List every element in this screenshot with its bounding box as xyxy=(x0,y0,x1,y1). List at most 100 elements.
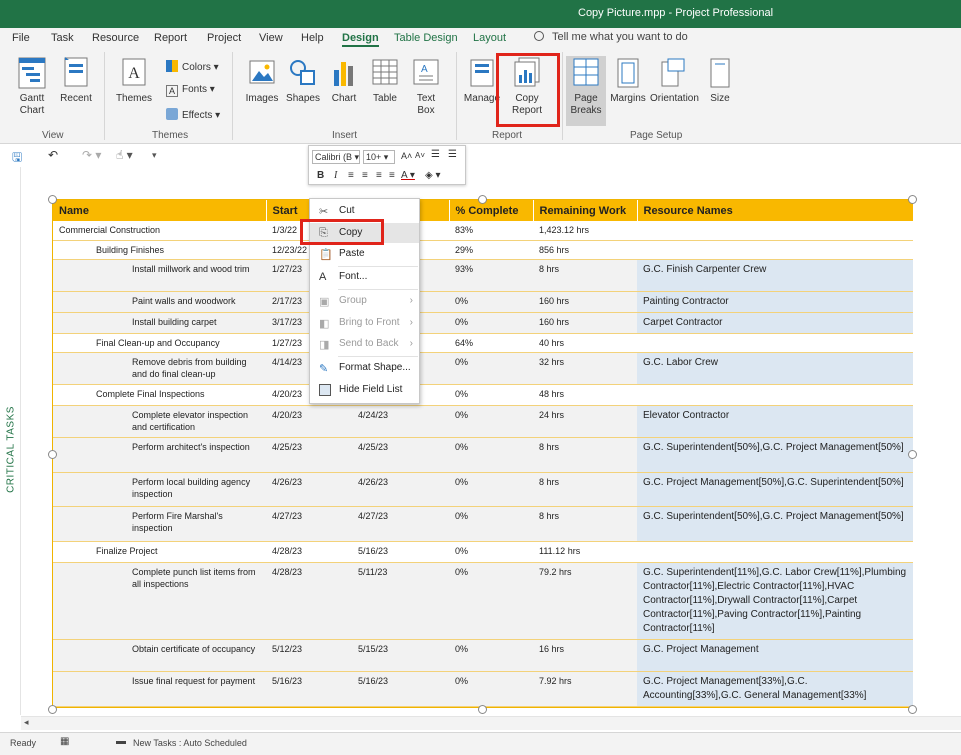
remaining-work-cell: 160 hrs xyxy=(533,312,637,334)
font-size-box[interactable]: 10+ ▾ xyxy=(363,150,395,164)
bold-icon[interactable]: B xyxy=(317,170,324,181)
resize-handle-ml[interactable] xyxy=(48,450,57,459)
horizontal-scrollbar[interactable]: ◂ xyxy=(21,716,961,730)
resize-handle-mr[interactable] xyxy=(908,450,917,459)
increase-indent-icon[interactable]: ☰ xyxy=(448,149,457,160)
menu-item-bring-to-front[interactable]: ◧ Bring to Front › xyxy=(310,313,419,333)
tab-resource[interactable]: Resource xyxy=(92,32,139,44)
tab-table-design[interactable]: Table Design xyxy=(394,32,458,44)
fonts-button[interactable]: A Fonts ▾ xyxy=(166,84,215,97)
tab-view[interactable]: View xyxy=(259,32,283,44)
resize-handle-tr[interactable] xyxy=(908,195,917,204)
menu-format-shape-label: Format Shape... xyxy=(339,362,411,373)
tab-layout[interactable]: Layout xyxy=(473,32,506,44)
scroll-left-icon[interactable]: ◂ xyxy=(24,717,29,728)
format-shape-icon: ✎ xyxy=(319,363,329,375)
fill-color-icon[interactable]: ◈ ▾ xyxy=(425,170,441,181)
bring-to-front-icon: ◧ xyxy=(319,318,330,330)
colors-button[interactable]: Colors ▾ xyxy=(166,60,219,73)
margins-button[interactable]: Margins xyxy=(610,56,646,105)
calendar-icon[interactable]: ▦ xyxy=(60,736,69,747)
header-remaining-work: Remaining Work xyxy=(532,200,637,221)
finish-cell: 5/16/23 xyxy=(352,541,449,563)
shapes-button[interactable]: Shapes xyxy=(284,56,322,105)
task-name-cell: Perform architect's inspection xyxy=(53,437,266,473)
menu-item-send-to-back[interactable]: ◨ Send to Back › xyxy=(310,334,419,354)
customize-qat-icon[interactable]: ▾ xyxy=(152,150,157,161)
text-box-button[interactable]: A Text Box xyxy=(408,56,444,117)
status-new-tasks[interactable]: New Tasks : Auto Scheduled xyxy=(133,738,247,748)
page-breaks-button[interactable]: Page Breaks xyxy=(566,56,606,126)
tab-report[interactable]: Report xyxy=(154,32,187,44)
remaining-work-cell: 7.92 hrs xyxy=(533,671,637,707)
effects-button[interactable]: Effects ▾ xyxy=(166,108,220,121)
table-label: Table xyxy=(373,93,397,104)
percent-complete-cell: 0% xyxy=(449,562,533,640)
percent-complete-cell: 0% xyxy=(449,352,533,385)
resize-handle-bc[interactable] xyxy=(478,705,487,714)
resize-handle-br[interactable] xyxy=(908,705,917,714)
chart-button[interactable]: Chart xyxy=(326,56,362,105)
menu-item-format-shape[interactable]: ✎ Format Shape... xyxy=(310,358,419,378)
start-cell: 4/28/23 xyxy=(266,541,352,563)
remaining-work-cell: 79.2 hrs xyxy=(533,562,637,640)
menu-item-hide-field-list[interactable]: Hide Field List xyxy=(310,380,419,400)
menu-item-group[interactable]: ▣ Group › xyxy=(310,291,419,311)
chart-label: Chart xyxy=(331,93,357,104)
font-icon: A xyxy=(319,271,327,283)
finish-cell: 4/27/23 xyxy=(352,506,449,542)
undo-icon[interactable]: ↶ xyxy=(48,148,58,162)
size-button[interactable]: Size xyxy=(704,56,736,105)
task-mode-icon[interactable]: ▬ xyxy=(116,736,126,747)
menu-item-paste[interactable]: 📋 Paste xyxy=(310,244,419,264)
align-center-icon[interactable]: ≡ xyxy=(362,170,368,181)
gantt-chart-button[interactable]: Gantt Chart xyxy=(10,56,54,117)
shrink-font-icon[interactable]: A˅ xyxy=(415,151,425,160)
grow-font-icon[interactable]: A˄ xyxy=(401,151,412,161)
tab-task[interactable]: Task xyxy=(51,32,74,44)
percent-complete-cell: 0% xyxy=(449,437,533,473)
save-icon[interactable]: 🖫 xyxy=(12,148,22,169)
align-right-icon[interactable]: ≡ xyxy=(376,170,382,181)
tell-me-box[interactable]: Tell me what you want to do xyxy=(534,31,688,43)
status-ready: Ready xyxy=(10,738,37,748)
table-row: Final Clean-up and Occupancy 1/27/23 64% 40… xyxy=(53,333,913,353)
resize-handle-bl[interactable] xyxy=(48,705,57,714)
font-color-icon[interactable]: A ▾ xyxy=(401,170,415,181)
resize-handle-tl[interactable] xyxy=(48,195,57,204)
menu-send-to-back-label: Send to Back xyxy=(339,338,399,349)
percent-complete-cell: 29% xyxy=(449,240,533,260)
menu-item-font[interactable]: A Font... xyxy=(310,267,419,287)
task-name-cell: Complete punch list items from all inspe… xyxy=(53,562,266,640)
table-row: Perform local building agency inspection… xyxy=(53,472,913,507)
resize-handle-tc[interactable] xyxy=(478,195,487,204)
recent-button[interactable]: Recent xyxy=(58,56,94,105)
resource-names-cell: G.C. Superintendent[50%],G.C. Project Ma… xyxy=(637,506,913,542)
colors-label: Colors xyxy=(182,62,211,73)
tab-file[interactable]: File xyxy=(12,32,30,44)
orientation-button[interactable]: Orientation xyxy=(650,56,699,105)
tab-design[interactable]: Design xyxy=(342,32,379,47)
touch-mode-icon[interactable]: ☝ ▾ xyxy=(116,148,133,162)
shapes-label: Shapes xyxy=(286,93,320,104)
table-button[interactable]: Table xyxy=(368,56,402,105)
images-button[interactable]: Images xyxy=(242,56,282,105)
redo-icon[interactable]: ↷ ▾ xyxy=(82,148,101,162)
italic-icon[interactable]: I xyxy=(334,170,337,181)
resource-names-cell xyxy=(637,384,913,406)
decrease-indent-icon[interactable]: ☰ xyxy=(431,149,440,160)
resource-names-cell: Elevator Contractor xyxy=(637,405,913,438)
table-row: Building Finishes 12/23/22 29% 856 hrs xyxy=(53,240,913,260)
tab-help[interactable]: Help xyxy=(301,32,324,44)
resource-names-cell xyxy=(637,541,913,563)
justify-icon[interactable]: ≡ xyxy=(389,170,395,181)
themes-button[interactable]: A Themes xyxy=(114,56,154,105)
report-table[interactable]: Name Start Finish % Complete Remaining W… xyxy=(52,199,913,708)
menu-item-cut[interactable]: ✂ Cut xyxy=(310,201,419,221)
remaining-work-cell: 48 hrs xyxy=(533,384,637,406)
font-name-box[interactable]: Calibri (B ▾ xyxy=(312,150,360,164)
shapes-icon xyxy=(290,60,315,85)
tab-project[interactable]: Project xyxy=(207,32,241,44)
finish-cell: 4/25/23 xyxy=(352,437,449,473)
align-left-icon[interactable]: ≡ xyxy=(348,170,354,181)
